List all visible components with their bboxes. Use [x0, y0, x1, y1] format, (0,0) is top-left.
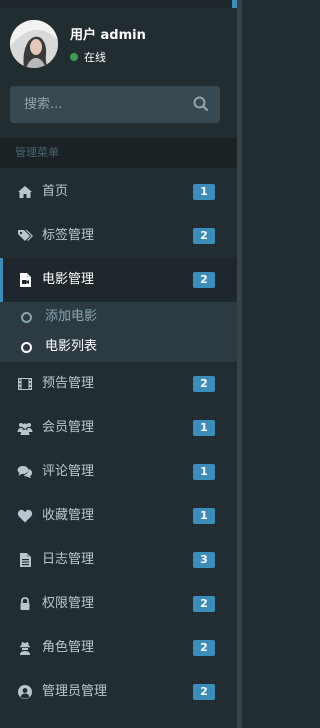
circle-icon — [21, 312, 32, 323]
menu-item-previews[interactable]: 预告管理 2 — [0, 362, 237, 406]
avatar[interactable] — [10, 20, 58, 68]
search-button[interactable] — [192, 95, 210, 113]
sidebar-search — [10, 86, 220, 123]
menu-item-label: 标签管理 — [42, 228, 95, 243]
user-circle-icon — [18, 685, 32, 699]
submenu-item-add-movie[interactable]: 添加电影 — [0, 302, 237, 332]
menu-item-logs[interactable]: 日志管理 3 — [0, 538, 237, 582]
users-icon — [17, 423, 33, 435]
menu-item-favorites[interactable]: 收藏管理 1 — [0, 494, 237, 538]
user-name: 用户 admin — [70, 28, 146, 43]
count-badge: 2 — [193, 228, 215, 244]
user-secret-icon — [20, 642, 30, 655]
menu-item-members[interactable]: 会员管理 1 — [0, 406, 237, 450]
count-badge: 1 — [193, 184, 215, 200]
menu-item-comments[interactable]: 评论管理 1 — [0, 450, 237, 494]
menu-item-label: 会员管理 — [42, 420, 95, 435]
menu-item-label: 收藏管理 — [42, 508, 95, 523]
submenu-item-label: 添加电影 — [45, 309, 98, 324]
menu-item-tags[interactable]: 标签管理 2 — [0, 214, 237, 258]
count-badge: 1 — [193, 464, 215, 480]
menu-header: 管理菜单 — [0, 138, 237, 168]
count-badge: 3 — [193, 552, 215, 568]
count-badge: 2 — [193, 640, 215, 656]
search-input[interactable] — [10, 86, 180, 123]
menu-item-admins[interactable]: 管理员管理 2 — [0, 670, 237, 714]
menu-item-label: 首页 — [42, 184, 69, 199]
lock-icon — [20, 597, 30, 610]
sidebar-edge — [237, 0, 242, 728]
movies-submenu: 添加电影 电影列表 — [0, 302, 237, 362]
menu-item-home[interactable]: 首页 1 — [0, 170, 237, 214]
menu-item-label: 权限管理 — [42, 596, 95, 611]
user-status-label: 在线 — [84, 51, 106, 64]
menu-item-label: 管理员管理 — [42, 684, 108, 699]
circle-icon — [21, 342, 32, 353]
submenu-item-label: 电影列表 — [45, 339, 98, 354]
menu-item-label: 预告管理 — [42, 376, 95, 391]
count-badge: 2 — [193, 376, 215, 392]
submenu-item-movie-list[interactable]: 电影列表 — [0, 332, 237, 362]
heart-icon — [17, 509, 33, 523]
count-badge: 1 — [193, 420, 215, 436]
count-badge: 2 — [193, 684, 215, 700]
menu-item-label: 电影管理 — [42, 272, 95, 287]
count-badge: 2 — [193, 272, 215, 288]
top-strip — [0, 0, 242, 8]
menu-item-movies[interactable]: 电影管理 2 — [0, 258, 237, 302]
online-status-icon — [70, 53, 78, 61]
active-indicator — [0, 258, 3, 302]
comments-icon — [17, 466, 33, 479]
film-icon — [18, 378, 32, 390]
menu-item-label: 日志管理 — [42, 552, 95, 567]
count-badge: 1 — [193, 508, 215, 524]
user-status: 在线 — [70, 49, 106, 65]
menu-item-label: 角色管理 — [42, 640, 95, 655]
tags-icon — [18, 230, 33, 241]
user-panel: 用户 admin 在线 — [0, 8, 237, 74]
count-badge: 2 — [193, 596, 215, 612]
home-icon — [18, 186, 32, 198]
menu-item-label: 评论管理 — [42, 464, 95, 479]
video-file-icon — [20, 273, 31, 287]
file-text-icon — [20, 553, 31, 567]
search-icon — [193, 96, 209, 112]
menu-item-permissions[interactable]: 权限管理 2 — [0, 582, 237, 626]
menu-item-roles[interactable]: 角色管理 2 — [0, 626, 237, 670]
